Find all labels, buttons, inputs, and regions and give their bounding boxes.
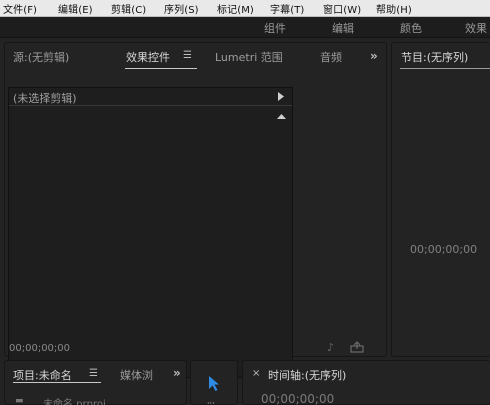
folder-icon: ▬ bbox=[15, 396, 24, 405]
workspace-editing[interactable]: 编辑 bbox=[332, 20, 354, 36]
clip-selector[interactable]: (未选择剪辑) bbox=[9, 88, 292, 106]
tab-audio[interactable]: 音频 bbox=[320, 49, 342, 65]
active-tab-underline bbox=[13, 382, 101, 383]
menu-sequence[interactable]: 序列(S) bbox=[164, 1, 199, 16]
menu-clip[interactable]: 剪辑(C) bbox=[111, 1, 146, 16]
timeline-panel: × 时间轴:(无序列) 00;00;00;00 bbox=[242, 360, 490, 405]
project-item-label[interactable]: 未命名.prproj bbox=[43, 395, 106, 405]
tools-panel: ··· bbox=[190, 360, 238, 405]
export-icon[interactable] bbox=[350, 341, 364, 353]
collapse-triangle-icon[interactable] bbox=[277, 114, 286, 119]
program-tab-underline bbox=[400, 68, 490, 69]
tab-effect-controls[interactable]: 效果控件 bbox=[126, 49, 170, 65]
effect-controls-area: (未选择剪辑) bbox=[8, 87, 293, 378]
timeline-timecode[interactable]: 00;00;00;00 bbox=[261, 392, 334, 405]
source-timecode[interactable]: 00;00;00;00 bbox=[9, 343, 70, 354]
workspace-assembly[interactable]: 组件 bbox=[264, 20, 286, 36]
tab-lumetri-scopes[interactable]: Lumetri 范围 bbox=[215, 49, 283, 65]
tab-program[interactable]: 节目:(无序列) bbox=[401, 49, 468, 65]
tab-timeline[interactable]: 时间轴:(无序列) bbox=[268, 367, 346, 383]
menu-title[interactable]: 字幕(T) bbox=[270, 1, 304, 16]
double-chevron-right-icon[interactable]: » bbox=[370, 50, 378, 62]
tab-project[interactable]: 项目:未命名 bbox=[13, 367, 72, 383]
close-icon[interactable]: × bbox=[252, 369, 260, 379]
program-timecode: 00;00;00;00 bbox=[410, 243, 478, 256]
hamburger-menu-icon[interactable]: ☰ bbox=[183, 51, 192, 61]
menu-window[interactable]: 窗口(W) bbox=[323, 1, 361, 16]
workspace-bar: 组件 编辑 颜色 效果 bbox=[0, 17, 490, 38]
audio-note-icon[interactable]: ♪ bbox=[327, 342, 334, 353]
clip-selector-label: (未选择剪辑) bbox=[13, 92, 77, 105]
tab-source[interactable]: 源:(无剪辑) bbox=[13, 49, 69, 65]
menu-bar: 文件(F) 编辑(E) 剪辑(C) 序列(S) 标记(M) 字幕(T) 窗口(W… bbox=[0, 0, 490, 17]
menu-edit[interactable]: 编辑(E) bbox=[58, 1, 93, 16]
active-tab-underline bbox=[125, 68, 197, 69]
play-triangle-icon[interactable] bbox=[278, 92, 284, 101]
menu-file[interactable]: 文件(F) bbox=[3, 1, 37, 16]
source-panel: 源:(无剪辑) 效果控件 ☰ Lumetri 范围 音频 » (未选择剪辑) 0… bbox=[4, 42, 387, 378]
workspace-color[interactable]: 颜色 bbox=[400, 20, 422, 36]
hamburger-menu-icon[interactable]: ☰ bbox=[89, 369, 98, 379]
more-tools-icon[interactable]: ··· bbox=[207, 400, 215, 405]
tab-media-browser[interactable]: 媒体浏 bbox=[120, 367, 153, 383]
project-panel: 项目:未命名 ☰ 媒体浏 » ▬ 未命名.prproj bbox=[4, 360, 187, 405]
program-panel: 节目:(无序列) 00;00;00;00 bbox=[391, 42, 490, 357]
menu-help[interactable]: 帮助(H) bbox=[376, 1, 412, 16]
double-chevron-right-icon[interactable]: » bbox=[173, 367, 181, 379]
selection-arrow-icon[interactable] bbox=[209, 376, 220, 391]
menu-marker[interactable]: 标记(M) bbox=[217, 1, 254, 16]
workspace-effects[interactable]: 效果 bbox=[465, 20, 487, 36]
